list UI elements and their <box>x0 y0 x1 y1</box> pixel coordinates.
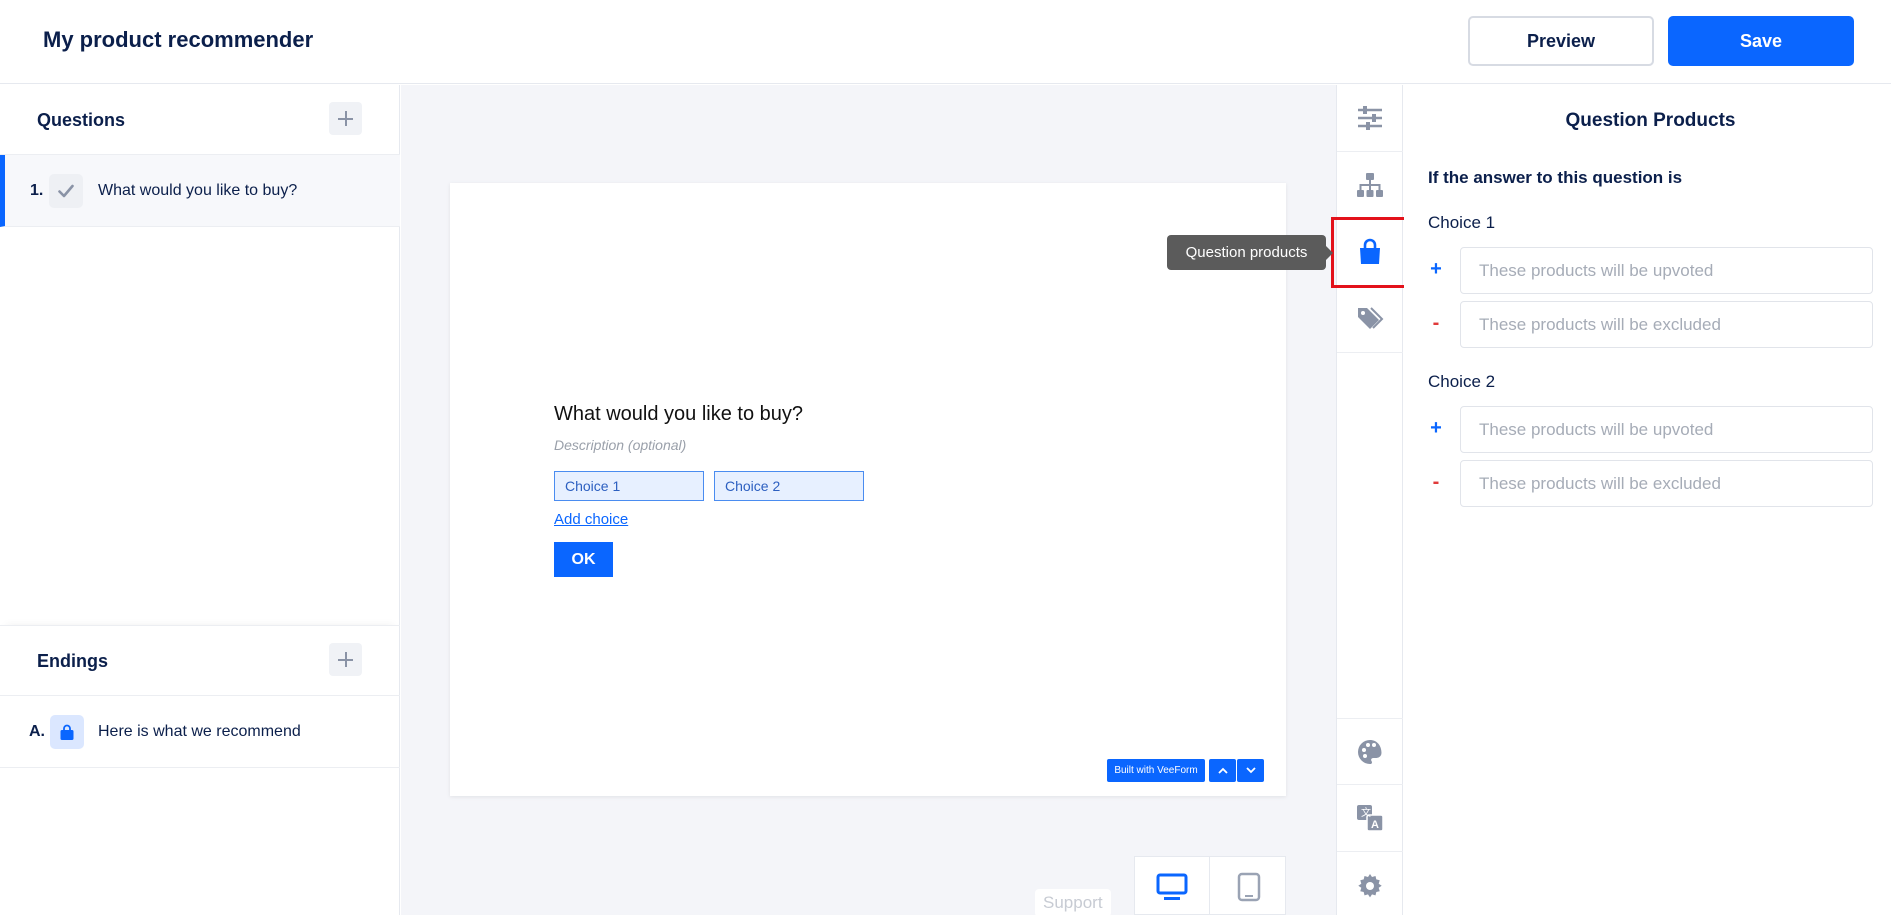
choice-2-upvote-input[interactable] <box>1460 406 1873 453</box>
add-ending-button[interactable] <box>329 643 362 676</box>
questions-header: Questions <box>0 85 400 155</box>
question-item[interactable]: 1. What would you like to buy? <box>0 155 400 227</box>
support-link[interactable]: Support <box>1035 889 1111 915</box>
palette-icon[interactable] <box>1337 718 1403 785</box>
svg-text:A: A <box>1371 819 1379 831</box>
add-choice-link[interactable]: Add choice <box>554 511 628 528</box>
endings-title: Endings <box>37 651 108 671</box>
upvote-plus-icon: + <box>1430 258 1442 280</box>
ending-item[interactable]: A. Here is what we recommend <box>0 696 400 768</box>
add-question-button[interactable] <box>329 102 362 135</box>
endings-section: Endings A. Here is what we recommend <box>0 625 400 915</box>
gear-icon[interactable] <box>1337 852 1403 915</box>
form-choice-2[interactable]: Choice 2 <box>714 471 864 501</box>
ok-button[interactable]: OK <box>554 542 613 577</box>
desktop-icon[interactable] <box>1135 857 1210 915</box>
tablet-icon[interactable] <box>1211 857 1286 915</box>
exclude-minus-icon: - <box>1432 471 1440 493</box>
shopping-bag-icon <box>50 715 84 749</box>
choice-1-exclude-input[interactable] <box>1460 301 1873 348</box>
form-canvas: What would you like to buy? Description … <box>401 85 1336 915</box>
form-choice-1[interactable]: Choice 1 <box>554 471 704 501</box>
questions-title: Questions <box>37 110 126 130</box>
panel-title: Question Products <box>1565 110 1736 131</box>
device-toggle <box>1134 856 1286 915</box>
exclude-minus-icon: - <box>1432 312 1440 334</box>
ending-letter: A. <box>29 723 45 740</box>
tag-icon[interactable] <box>1337 286 1403 353</box>
sliders-icon[interactable] <box>1337 85 1403 152</box>
chevron-down-icon[interactable] <box>1237 759 1264 782</box>
choice-2-exclude-input[interactable] <box>1460 460 1873 507</box>
svg-text:文: 文 <box>1361 806 1371 819</box>
tooltip: Question products <box>1167 235 1333 270</box>
translate-icon[interactable]: 文A <box>1337 785 1403 852</box>
question-label: What would you like to buy? <box>98 182 298 199</box>
preview-button[interactable]: Preview <box>1468 16 1654 66</box>
question-number: 1. <box>30 182 44 199</box>
ending-label: Here is what we recommend <box>98 723 301 740</box>
choice-1-upvote-input[interactable] <box>1460 247 1873 294</box>
form-question-title[interactable]: What would you like to buy? <box>554 403 803 426</box>
upvote-plus-icon: + <box>1430 417 1442 439</box>
check-icon <box>49 174 83 208</box>
panel-subtitle: If the answer to this question is <box>1428 168 1683 187</box>
choice-1-label: Choice 1 <box>1428 213 1496 232</box>
highlight-box <box>1331 217 1407 288</box>
sitemap-icon[interactable] <box>1337 152 1403 219</box>
left-sidebar: Questions 1. What would you like to buy?… <box>0 85 400 915</box>
built-with-badge[interactable]: Built with VeeForm <box>1107 759 1205 782</box>
save-button[interactable]: Save <box>1668 16 1854 66</box>
top-header: My product recommender Preview Save <box>0 0 1891 84</box>
question-products-panel: Question Products If the answer to this … <box>1404 85 1891 915</box>
choice-2-label: Choice 2 <box>1428 372 1496 391</box>
settings-icon-rail: 文A <box>1336 85 1403 915</box>
chevron-up-icon[interactable] <box>1209 759 1236 782</box>
app-title: My product recommender <box>43 27 314 52</box>
form-preview-card: What would you like to buy? Description … <box>450 183 1286 796</box>
endings-header: Endings <box>0 626 400 696</box>
form-description[interactable]: Description (optional) <box>554 437 686 453</box>
